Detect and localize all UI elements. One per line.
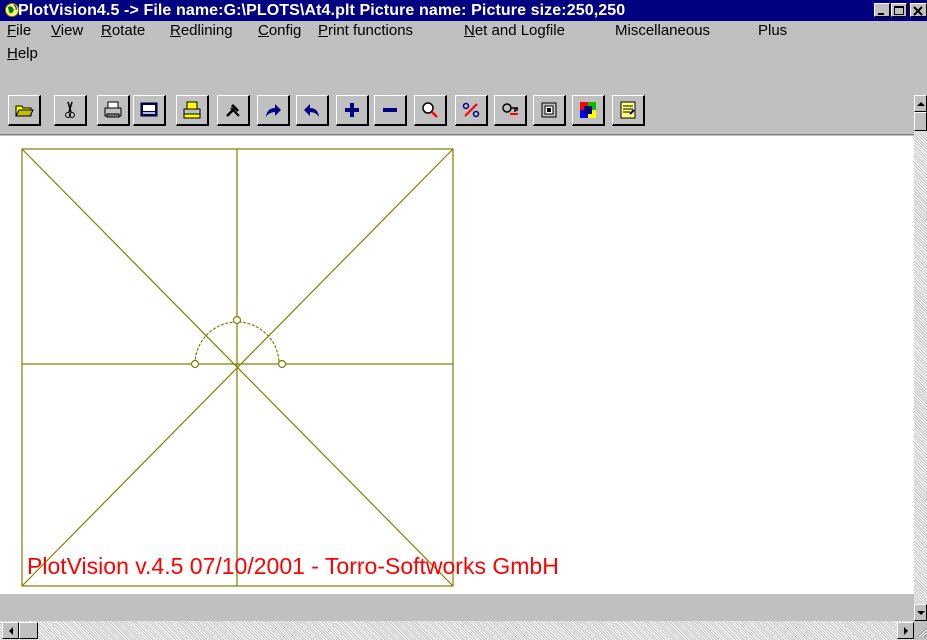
redo-arrow-icon: [266, 104, 281, 117]
menu-view[interactable]: View: [51, 22, 83, 40]
zoom-in-button[interactable]: [336, 95, 369, 126]
menu-config[interactable]: Config: [258, 22, 301, 40]
maximize-button[interactable]: [891, 3, 907, 17]
plotter-icon: [183, 101, 201, 119]
search-button[interactable]: [494, 95, 527, 126]
status-area: [0, 594, 914, 621]
vertical-scroll-thumb[interactable]: [914, 112, 927, 131]
undo-arrow-icon: [304, 104, 319, 117]
arrow-right-icon: [903, 626, 908, 635]
zoom-out-button[interactable]: [374, 95, 407, 126]
layers-button[interactable]: [533, 95, 566, 126]
cut-button[interactable]: [54, 95, 87, 126]
scroll-left-button[interactable]: [2, 622, 19, 639]
window-title: PlotVision4.5 -> File name:G:\PLOTS\At4.…: [18, 2, 626, 19]
print-preview-icon: [140, 102, 158, 117]
menu-help[interactable]: Help: [7, 45, 38, 63]
notes-button[interactable]: [612, 95, 645, 126]
vertical-scrollbar[interactable]: [914, 95, 927, 621]
menu-redlining[interactable]: Redlining: [170, 22, 233, 40]
open-folder-icon: [15, 105, 34, 117]
printer-icon: [104, 101, 122, 118]
tools-icon: [226, 104, 240, 117]
arrow-up-icon: [916, 101, 925, 106]
menu-net-and-logfile[interactable]: Net and Logfile: [464, 22, 565, 40]
plotter-button[interactable]: [176, 95, 209, 126]
color-palette-icon: [580, 102, 596, 118]
toolbar: [0, 91, 927, 135]
scissors-icon: [65, 101, 75, 118]
zoom-in-plus-icon: [345, 103, 359, 117]
drawing-caption: PlotVision v.4.5 07/10/2001 - Torro-Soft…: [27, 553, 559, 579]
open-button[interactable]: [8, 95, 41, 126]
arc-point: [277, 359, 287, 369]
zoom-window-icon: [422, 102, 438, 118]
notes-icon: [620, 101, 636, 119]
horizontal-scroll-thumb[interactable]: [19, 622, 38, 639]
plot-drawing: [21, 148, 454, 587]
scroll-right-button[interactable]: [897, 622, 914, 639]
drawing-canvas[interactable]: PlotVision v.4.5 07/10/2001 - Torro-Soft…: [0, 136, 914, 594]
colors-button[interactable]: [572, 95, 605, 126]
horizontal-scrollbar[interactable]: [0, 621, 914, 640]
search-key-icon: [502, 103, 518, 115]
resize-grip-icon: [917, 628, 927, 638]
close-icon: [913, 6, 923, 16]
menu-print-functions[interactable]: Print functions: [318, 22, 413, 40]
tools-button[interactable]: [217, 95, 250, 126]
scroll-down-button[interactable]: [914, 604, 927, 621]
minimize-button[interactable]: [874, 3, 890, 17]
arc-point: [232, 315, 242, 325]
menu-miscellaneous[interactable]: Miscellaneous: [615, 22, 710, 40]
arc-point: [190, 359, 200, 369]
menu-file[interactable]: File: [7, 22, 31, 40]
layers-icon: [541, 102, 557, 118]
title-bar: PlotVision4.5 -> File name:G:\PLOTS\At4.…: [0, 0, 927, 21]
redo-button[interactable]: [257, 95, 290, 126]
size-grip[interactable]: [914, 621, 927, 640]
close-button[interactable]: [910, 3, 927, 17]
undo-button[interactable]: [296, 95, 329, 126]
arrow-left-icon: [8, 626, 13, 635]
scroll-up-button[interactable]: [914, 95, 927, 112]
zoom-percent-button[interactable]: [455, 95, 488, 126]
menu-bar: File View Rotate Redlining Config Print …: [0, 21, 927, 91]
print-button[interactable]: [97, 95, 130, 126]
print-preview-button[interactable]: [133, 95, 166, 126]
zoom-window-button[interactable]: [414, 95, 447, 126]
minimize-icon: [878, 13, 884, 15]
arrow-down-icon: [916, 610, 925, 615]
maximize-icon: [894, 6, 904, 15]
zoom-out-minus-icon: [383, 108, 397, 112]
menu-rotate[interactable]: Rotate: [101, 22, 145, 40]
percent-icon: [462, 102, 480, 118]
menu-plus[interactable]: Plus: [758, 22, 787, 40]
